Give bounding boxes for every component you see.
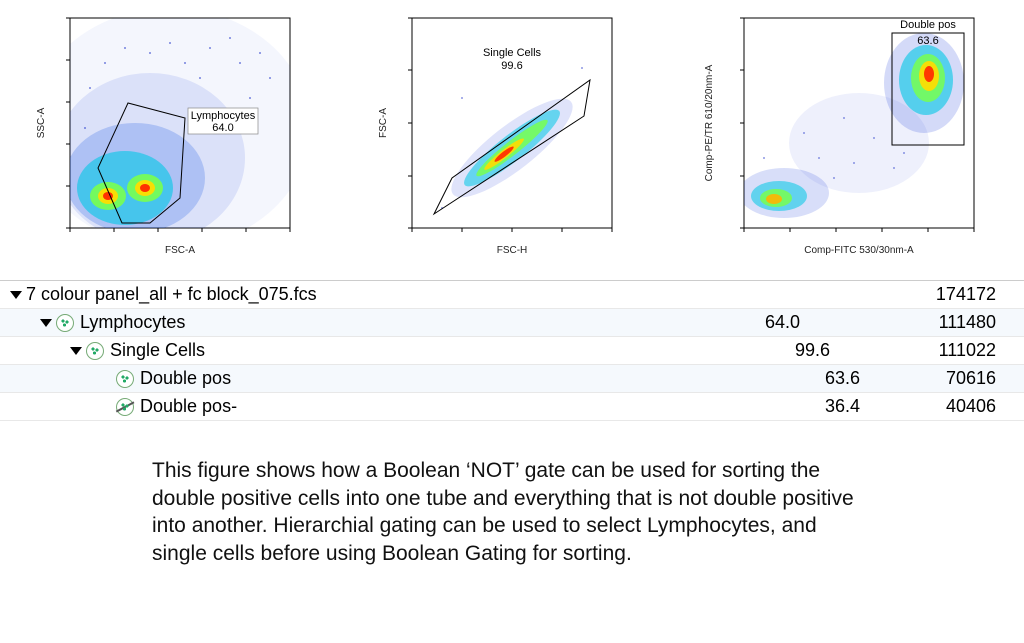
y-axis-label: Comp-PE/TR 610/20nm-A [704,64,715,181]
x-axis-label: Comp-FITC 530/30nm-A [804,245,914,256]
population-count: 111480 [850,312,1024,333]
population-frequency: 64.0 [520,312,850,333]
table-row: Lymphocytes 64.0111480 [0,309,1024,337]
y-axis-label: SSC-A [36,107,47,138]
table-row: Double pos- 36.440406 [0,393,1024,421]
population-frequency: 36.4 [580,396,910,417]
population-count: 70616 [910,368,1024,389]
population-frequency: 99.6 [550,340,880,361]
plot-row: Lymphocytes 64.0 FSC-A SSC-A [0,0,1024,268]
population-icon [116,370,134,388]
gate-name: Lymphocytes [191,110,256,122]
gate-name: Single Cells [483,47,542,59]
table-row: 7 colour panel_all + fc block_075.fcs 174… [0,281,1024,309]
figure-caption: This figure shows how a Boolean ‘NOT’ ga… [152,457,872,568]
population-name: Single Cells [110,340,205,361]
gate-value: 63.6 [917,35,938,47]
population-name: Double pos- [140,396,237,417]
x-axis-label: FSC-H [497,245,528,256]
population-icon [86,342,104,360]
gate-value: 99.6 [501,60,522,72]
table-row: Double pos 63.670616 [0,365,1024,393]
population-frequency: 63.6 [580,368,910,389]
population-not-icon [116,398,134,416]
population-name: Double pos [140,368,231,389]
population-count: 174172 [820,284,1024,305]
scatter-plot-singlets: Single Cells 99.6 FSC-H FSC-A [372,8,632,268]
gate-name: Double pos [900,19,956,31]
population-name: Lymphocytes [80,312,185,333]
population-name: 7 colour panel_all + fc block_075.fcs [26,284,317,305]
population-icon [56,314,74,332]
disclosure-triangle-icon[interactable] [70,347,82,355]
population-count: 111022 [880,340,1024,361]
population-table: 7 colour panel_all + fc block_075.fcs 174… [0,280,1024,421]
gate-value: 64.0 [212,122,233,134]
disclosure-triangle-icon[interactable] [10,291,22,299]
scatter-plot-double-pos: Double pos 63.6 Comp-FITC 530/30nm-A Com… [694,8,994,268]
scatter-plot-lymphocytes: Lymphocytes 64.0 FSC-A SSC-A [30,8,310,268]
y-axis-label: FSC-A [378,108,389,138]
x-axis-label: FSC-A [165,245,195,256]
figure-root: Lymphocytes 64.0 FSC-A SSC-A [0,0,1024,643]
population-count: 40406 [910,396,1024,417]
disclosure-triangle-icon[interactable] [40,319,52,327]
table-row: Single Cells 99.6111022 [0,337,1024,365]
